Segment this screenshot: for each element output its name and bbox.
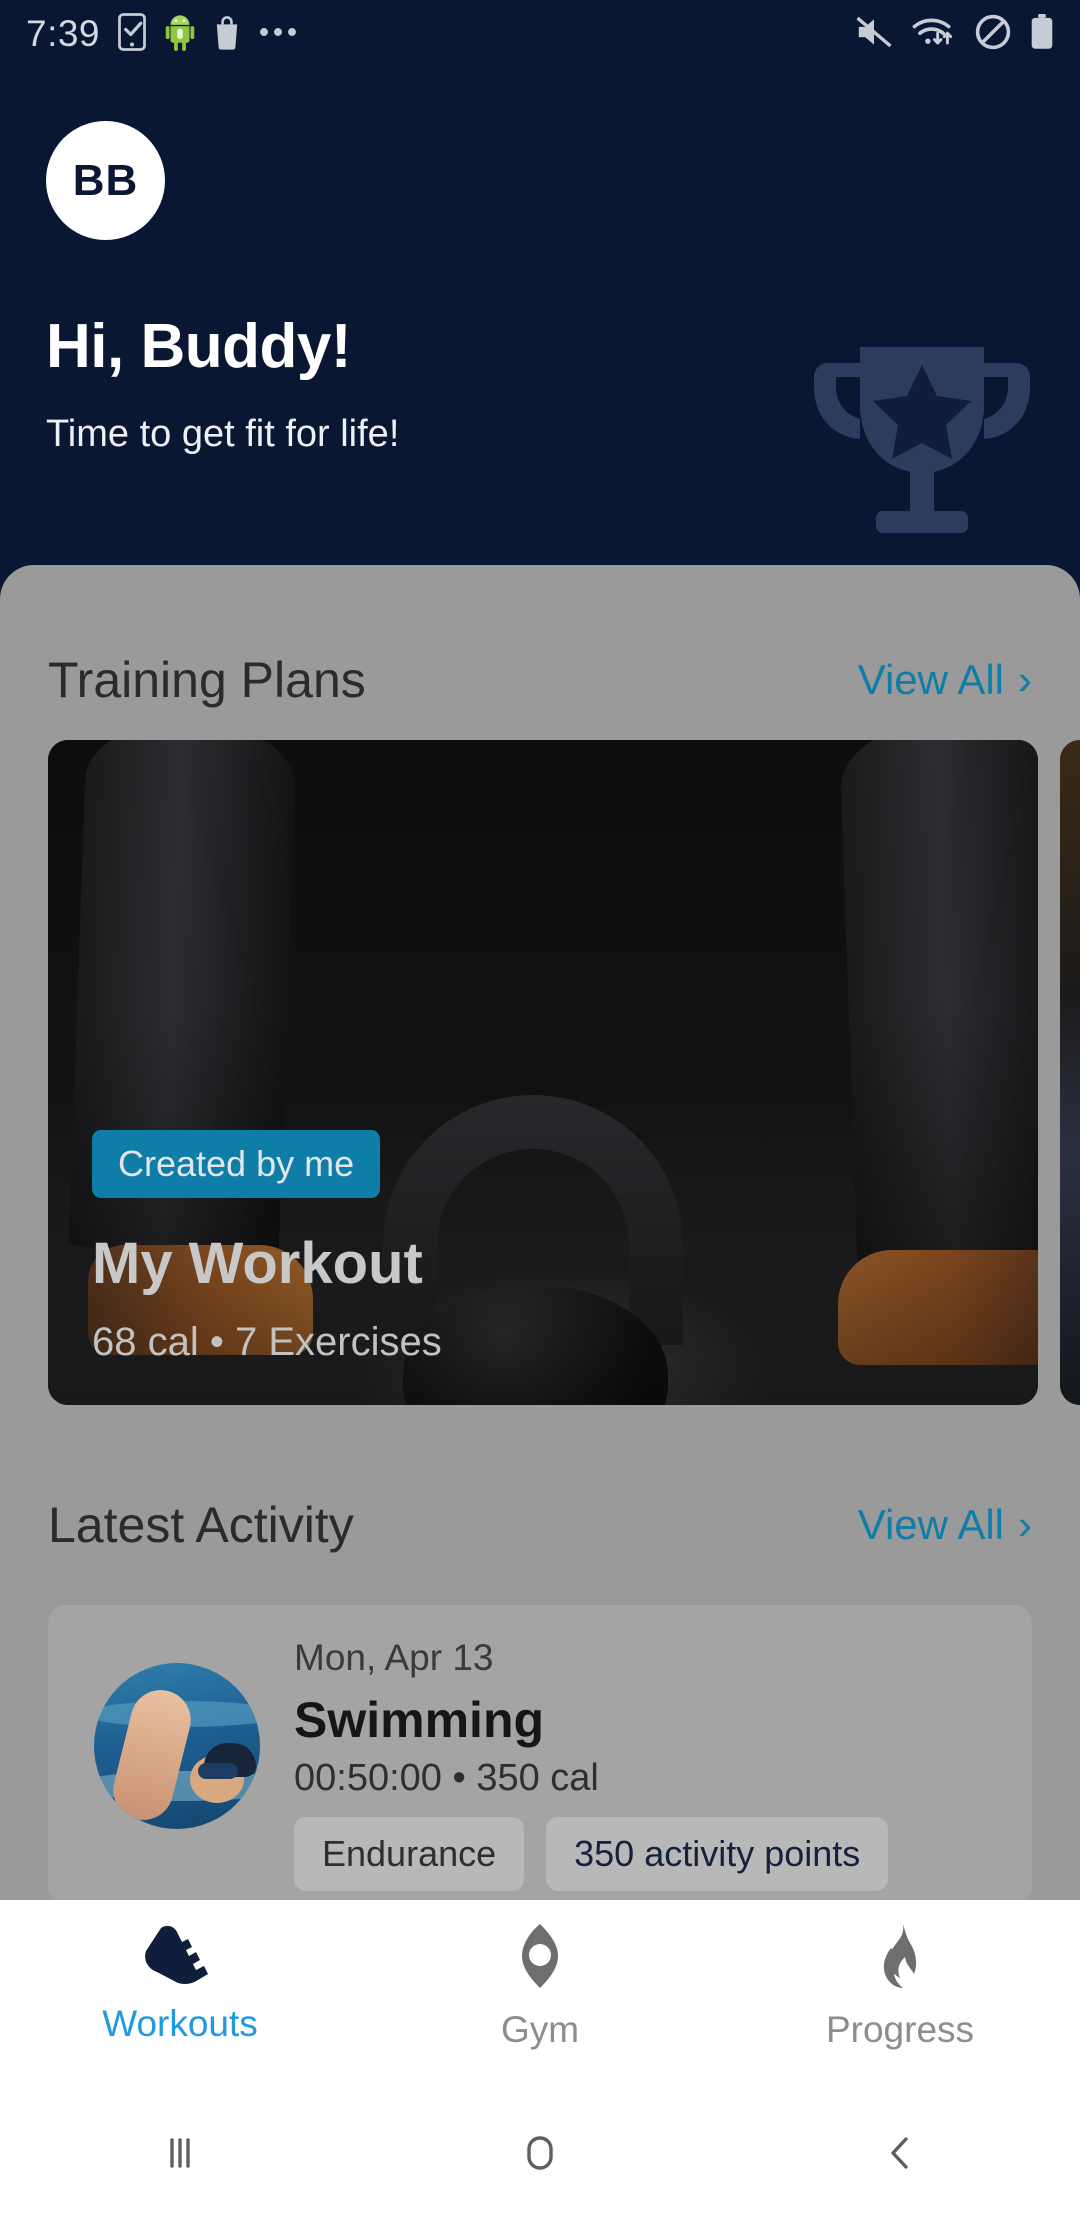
view-all-label: View All: [857, 656, 1004, 703]
activity-chip-category: Endurance: [294, 1817, 525, 1891]
latest-activity-view-all-button[interactable]: View All ›: [858, 1501, 1032, 1549]
do-not-disturb-icon: [975, 14, 1011, 55]
latest-activity-title: Latest Activity: [48, 1497, 354, 1553]
running-shoe-icon: [141, 1922, 219, 1989]
view-all-label: View All: [857, 1501, 1004, 1548]
activity-list-item[interactable]: Mon, Apr 13 Swimming 00:50:00 • 350 cal …: [48, 1605, 1032, 1900]
nav-item-progress[interactable]: Progress: [720, 1900, 1080, 2051]
nav-item-workouts[interactable]: Workouts: [0, 1900, 360, 2045]
activity-meta: 00:50:00 • 350 cal: [294, 1757, 599, 1799]
training-plan-title: My Workout: [92, 1231, 423, 1296]
training-plan-card[interactable]: Created by me My Workout 68 cal • 7 Exer…: [48, 740, 1038, 1405]
back-icon: [873, 2126, 927, 2185]
page-title: Hi, Buddy!: [46, 312, 351, 381]
battery-icon: [1030, 13, 1054, 55]
activity-chips: Endurance 350 activity points: [294, 1817, 889, 1891]
training-plans-view-all-button[interactable]: View All ›: [858, 656, 1032, 704]
app-header: BB Hi, Buddy! Time to get fit for life!: [0, 68, 1080, 568]
training-plans-header: Training Plans View All ›: [0, 650, 1080, 710]
content-sheet: Training Plans View All › Created by me …: [0, 565, 1080, 1900]
home-icon: [513, 2126, 567, 2185]
activity-chip-points: 350 activity points: [546, 1817, 889, 1891]
more-dots-icon: [258, 25, 298, 44]
gym-eye-icon: [509, 1922, 571, 1995]
trophy-star-icon: [794, 333, 1050, 553]
activity-name: Swimming: [294, 1692, 545, 1748]
nav-label-progress: Progress: [825, 2009, 975, 2050]
status-bar-right: [855, 13, 1054, 55]
mute-icon: [855, 15, 893, 54]
back-button[interactable]: [720, 2126, 1080, 2185]
flame-icon: [869, 1922, 931, 1995]
gym-photo: [1060, 740, 1080, 1405]
latest-activity-header: Latest Activity View All ›: [0, 1495, 1080, 1555]
recents-icon: [153, 2126, 207, 2185]
training-plan-card-next[interactable]: [1060, 740, 1080, 1405]
chevron-right-icon: ›: [1018, 656, 1032, 703]
chevron-right-icon: ›: [1018, 1501, 1032, 1548]
swimmer-photo: [94, 1663, 260, 1829]
training-plans-title: Training Plans: [48, 652, 366, 708]
nav-item-gym[interactable]: Gym: [360, 1900, 720, 2051]
activity-date: Mon, Apr 13: [294, 1637, 494, 1678]
status-bar: 7:39: [0, 0, 1080, 68]
nav-label-gym: Gym: [500, 2009, 580, 2050]
home-button[interactable]: [360, 2126, 720, 2185]
avatar[interactable]: BB: [46, 121, 165, 240]
recents-button[interactable]: [0, 2126, 360, 2185]
wifi-data-icon: [912, 15, 956, 54]
created-by-me-badge: Created by me: [92, 1130, 381, 1198]
bottom-navigation: Workouts Gym Progress: [0, 1900, 1080, 2090]
nav-label-workouts: Workouts: [102, 2003, 258, 2044]
shopping-bag-icon: [213, 14, 241, 55]
android-navigation-bar: [0, 2090, 1080, 2220]
training-plan-meta: 68 cal • 7 Exercises: [92, 1320, 442, 1364]
training-plans-carousel[interactable]: Created by me My Workout 68 cal • 7 Exer…: [0, 740, 1080, 1405]
status-clock: 7:39: [26, 13, 101, 54]
page-subtitle: Time to get fit for life!: [46, 413, 400, 455]
card-scrim: [48, 740, 1038, 1405]
android-robot-icon: [164, 13, 196, 56]
tasks-check-icon: [117, 12, 147, 56]
status-bar-left: 7:39: [26, 12, 298, 56]
